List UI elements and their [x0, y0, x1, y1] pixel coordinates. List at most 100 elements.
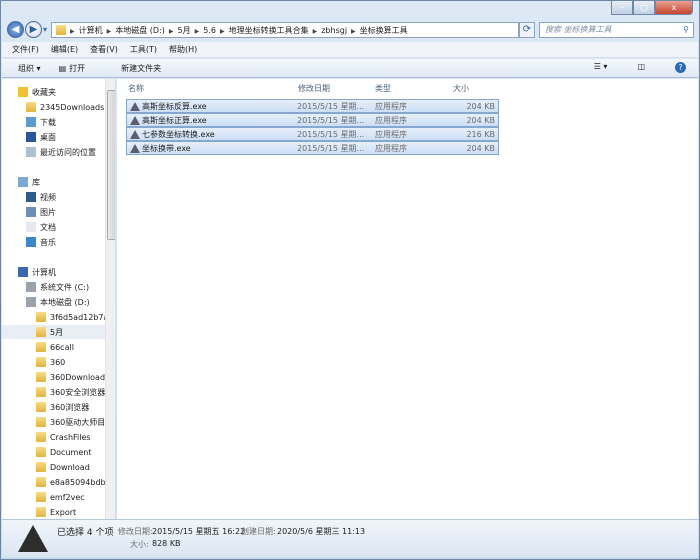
breadcrumb-item[interactable]: 本地磁盘 (D:)	[115, 26, 165, 35]
search-icon[interactable]: ⚲	[683, 23, 689, 37]
menu-view[interactable]: 查看(V)	[90, 44, 118, 55]
sidebar-item[interactable]: emf2vec	[36, 490, 85, 504]
breadcrumb-item[interactable]: zbhsgj	[321, 26, 347, 35]
file-row[interactable]: 坐标换带.exe 2015/5/15 星期... 应用程序 204 KB	[126, 141, 499, 155]
breadcrumb-item[interactable]: 5.6	[203, 26, 216, 35]
breadcrumb-item[interactable]: 计算机	[79, 26, 103, 35]
sidebar-item-label: 360驱动大师目录	[50, 417, 114, 427]
file-size: 204 KB	[466, 115, 495, 125]
sidebar-item[interactable]: Export	[36, 505, 76, 519]
sidebar-item[interactable]: Download	[36, 460, 90, 474]
sidebar-item-label: 音乐	[40, 237, 56, 247]
sidebar-item-label: 2345Downloads	[40, 102, 105, 112]
recent-pages-dropdown[interactable]: ▾	[43, 25, 47, 34]
column-size[interactable]: 大小	[453, 83, 469, 94]
sidebar-item[interactable]: 360浏览器	[36, 400, 89, 414]
sidebar-item[interactable]: 系统文件 (C:)	[26, 280, 89, 294]
sidebar-item[interactable]: 360Downloads	[36, 370, 109, 384]
folder-icon	[36, 462, 46, 472]
sidebar-item[interactable]: 360驱动大师目录	[36, 415, 113, 429]
file-type: 应用程序	[375, 101, 407, 111]
breadcrumb-item[interactable]: 5月	[178, 26, 191, 35]
menu-help[interactable]: 帮助(H)	[169, 44, 197, 55]
file-size: 216 KB	[466, 129, 495, 139]
file-type: 应用程序	[375, 115, 407, 125]
drive-icon	[26, 297, 36, 307]
sidebar-item[interactable]: 360安全浏览器下	[36, 385, 113, 399]
scrollbar-thumb[interactable]	[107, 90, 115, 240]
exe-file-icon	[130, 144, 140, 153]
menu-file[interactable]: 文件(F)	[12, 44, 39, 55]
breadcrumb-separator-icon[interactable]: ▶	[107, 28, 112, 35]
breadcrumb-separator-icon[interactable]: ▶	[70, 28, 75, 35]
command-bar: 组织 ▾ ▤ 打开 新建文件夹 ☰ ▾ ◫ ?	[2, 59, 698, 78]
column-name[interactable]: 名称	[128, 83, 144, 94]
file-row[interactable]: 高斯坐标反算.exe 2015/5/15 星期... 应用程序 204 KB	[126, 99, 499, 113]
sidebar-item[interactable]: 收藏夹	[18, 85, 56, 99]
breadcrumb-item[interactable]: 地理坐标转换工具合集	[229, 26, 309, 35]
column-date[interactable]: 修改日期	[298, 83, 330, 94]
sidebar-item[interactable]: 最近访问的位置	[26, 145, 96, 159]
exe-file-icon	[130, 130, 140, 139]
sidebar-item[interactable]: CrashFiles	[36, 430, 91, 444]
organize-button[interactable]: 组织 ▾	[18, 63, 41, 74]
folder-icon	[36, 507, 46, 517]
sidebar-item[interactable]: 3f6d5ad12b7ac	[36, 310, 113, 324]
breadcrumb-separator-icon[interactable]: ▶	[351, 28, 356, 35]
computer-icon	[18, 267, 28, 277]
view-options-icon[interactable]: ☰ ▾	[594, 62, 608, 73]
menu-edit[interactable]: 编辑(E)	[51, 44, 78, 55]
folder-icon	[56, 25, 66, 35]
sidebar-item[interactable]: Document	[36, 445, 91, 459]
sidebar-item[interactable]: 360	[36, 355, 65, 369]
sidebar-item[interactable]: 计算机	[18, 265, 56, 279]
sidebar-item-label: 360Downloads	[50, 372, 110, 382]
preview-pane-icon[interactable]: ◫	[637, 62, 645, 73]
sidebar-item[interactable]: 库	[18, 175, 40, 189]
file-row[interactable]: 高斯坐标正算.exe 2015/5/15 星期... 应用程序 204 KB	[126, 113, 499, 127]
file-size: 204 KB	[466, 101, 495, 111]
sidebar-item[interactable]: 下载	[26, 115, 56, 129]
sidebar-item[interactable]: 视频	[26, 190, 56, 204]
menu-tools[interactable]: 工具(T)	[130, 44, 157, 55]
breadcrumb-separator-icon[interactable]: ▶	[195, 28, 200, 35]
sidebar-item[interactable]: 音乐	[26, 235, 56, 249]
application-icon	[18, 525, 48, 552]
file-type: 应用程序	[375, 129, 407, 139]
breadcrumb-separator-icon[interactable]: ▶	[313, 28, 318, 35]
sidebar-item[interactable]: 本地磁盘 (D:)	[26, 295, 90, 309]
sidebar-item[interactable]: 图片	[26, 205, 56, 219]
file-row[interactable]: 七参数坐标转换.exe 2015/5/15 星期... 应用程序 216 KB	[126, 127, 499, 141]
help-icon[interactable]: ?	[675, 62, 686, 73]
open-button[interactable]: ▤ 打开	[59, 63, 104, 74]
search-input[interactable]: 搜索 坐标换算工具 ⚲	[539, 22, 694, 38]
column-type[interactable]: 类型	[375, 83, 391, 94]
refresh-button[interactable]: ⟳	[519, 22, 535, 38]
breadcrumb-separator-icon[interactable]: ▶	[220, 28, 225, 35]
sidebar-item-label: 图片	[40, 207, 56, 217]
folder-icon	[36, 402, 46, 412]
close-button[interactable]: x	[655, 1, 693, 15]
breadcrumb-separator-icon[interactable]: ▶	[169, 28, 174, 35]
navigation-pane: 收藏夹 2345Downloads 下载 桌面 最近访问的位置库视频图片文档音乐计算机系…	[2, 79, 116, 519]
minimize-button[interactable]: –	[611, 1, 633, 15]
sidebar-item[interactable]: 桌面	[26, 130, 56, 144]
video-icon	[26, 192, 36, 202]
sidebar-item[interactable]: e8a85094bdb5t	[36, 475, 114, 489]
sidebar-item[interactable]: 文档	[26, 220, 56, 234]
back-button[interactable]: ◀	[7, 21, 24, 38]
exe-file-icon	[130, 116, 140, 125]
maximize-button[interactable]: □	[633, 1, 655, 15]
new-folder-button[interactable]: 新建文件夹	[121, 63, 161, 74]
forward-button[interactable]: ▶	[25, 21, 42, 38]
sidebar-item-label: 文档	[40, 222, 56, 232]
modified-value: 2015/5/15 星期五 16:22	[152, 527, 246, 536]
modified-label: 修改日期:	[118, 527, 153, 536]
address-bar[interactable]: ▶ 计算机 ▶ 本地磁盘 (D:) ▶ 5月 ▶ 5.6 ▶ 地理坐标转换工具合集 ▶ zbhsgj ▶…	[51, 22, 519, 38]
sidebar-item[interactable]: 5月	[2, 325, 105, 339]
sidebar-item[interactable]: 66call	[36, 340, 74, 354]
sidebar-scrollbar[interactable]	[105, 79, 115, 519]
sidebar-item-label: Download	[50, 462, 90, 472]
breadcrumb-item[interactable]: 坐标换算工具	[360, 26, 408, 35]
sidebar-item[interactable]: 2345Downloads	[26, 100, 104, 114]
